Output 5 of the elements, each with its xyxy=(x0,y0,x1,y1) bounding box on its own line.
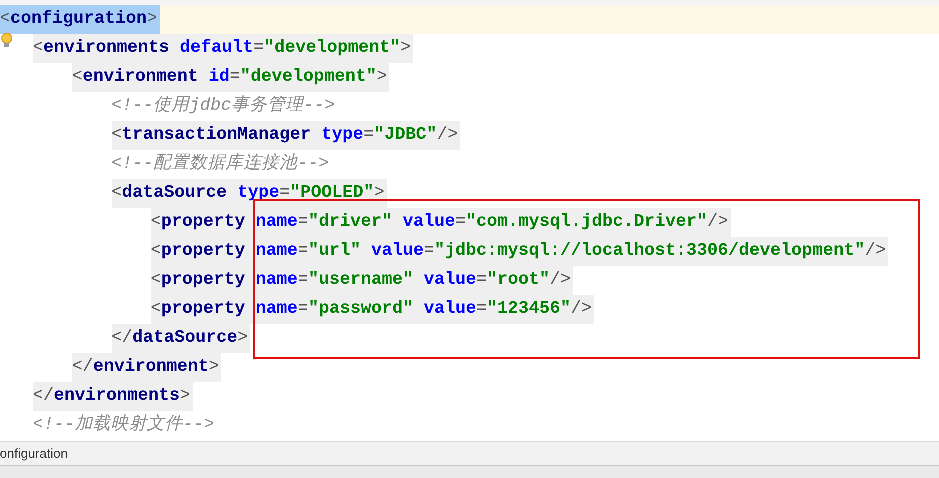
code-comment: <!--加载映射文件--> xyxy=(33,414,216,437)
code-comment: <!--配置数据库连接池--> xyxy=(112,152,330,176)
breadcrumb[interactable]: onfiguration xyxy=(0,444,68,464)
code-comment: <!--使用jdbc事务管理--> xyxy=(112,94,336,118)
lightbulb-icon[interactable] xyxy=(1,33,13,48)
